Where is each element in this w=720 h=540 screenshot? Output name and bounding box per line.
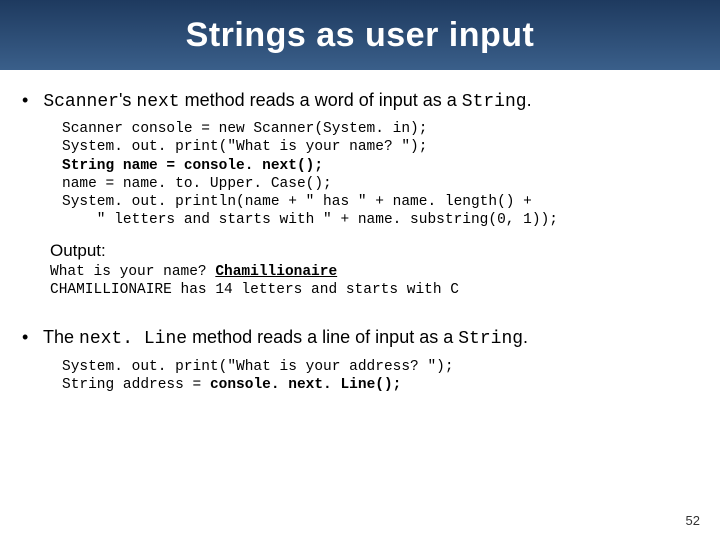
text: . bbox=[523, 327, 528, 347]
text: The bbox=[43, 327, 79, 347]
code-line-part: console. next. Line(); bbox=[210, 377, 401, 393]
code-line: Scanner console = new Scanner(System. in… bbox=[62, 121, 427, 137]
code-line: String name = console. next(); bbox=[62, 158, 323, 174]
code-line: System. out. print("What is your address… bbox=[62, 359, 454, 375]
code-text: String bbox=[458, 329, 523, 349]
output-user-input: Chamillionaire bbox=[215, 264, 337, 280]
code-line: " letters and starts with " + name. subs… bbox=[62, 212, 558, 228]
code-text: String bbox=[462, 92, 527, 112]
code-line: name = name. to. Upper. Case(); bbox=[62, 176, 332, 192]
bullet-scanner-next: Scanner's next method reads a word of in… bbox=[22, 88, 698, 114]
page-number: 52 bbox=[686, 513, 700, 528]
text: method reads a word of input as a bbox=[180, 90, 462, 110]
code-text: next. Line bbox=[79, 329, 187, 349]
slide: Strings as user input Scanner's next met… bbox=[0, 0, 720, 540]
text: . bbox=[527, 90, 532, 110]
slide-title: Strings as user input bbox=[186, 16, 535, 55]
text: method reads a line of input as a bbox=[187, 327, 458, 347]
code-line: System. out. print("What is your name? "… bbox=[62, 139, 427, 155]
code-text: next bbox=[136, 92, 179, 112]
output-block: What is your name? Chamillionaire CHAMIL… bbox=[50, 263, 698, 299]
output-label: Output: bbox=[50, 241, 698, 261]
code-block-1: Scanner console = new Scanner(System. in… bbox=[62, 120, 698, 229]
bullet-nextline: The next. Line method reads a line of in… bbox=[22, 325, 698, 351]
code-line-part: String address = bbox=[62, 377, 210, 393]
title-band: Strings as user input bbox=[0, 0, 720, 70]
text: 's bbox=[119, 90, 136, 110]
content-area: Scanner's next method reads a word of in… bbox=[22, 80, 698, 400]
code-text: Scanner bbox=[43, 92, 119, 112]
code-block-2: System. out. print("What is your address… bbox=[62, 358, 698, 394]
output-result: CHAMILLIONAIRE has 14 letters and starts… bbox=[50, 282, 459, 298]
output-prompt: What is your name? bbox=[50, 264, 215, 280]
code-line: System. out. println(name + " has " + na… bbox=[62, 194, 532, 210]
